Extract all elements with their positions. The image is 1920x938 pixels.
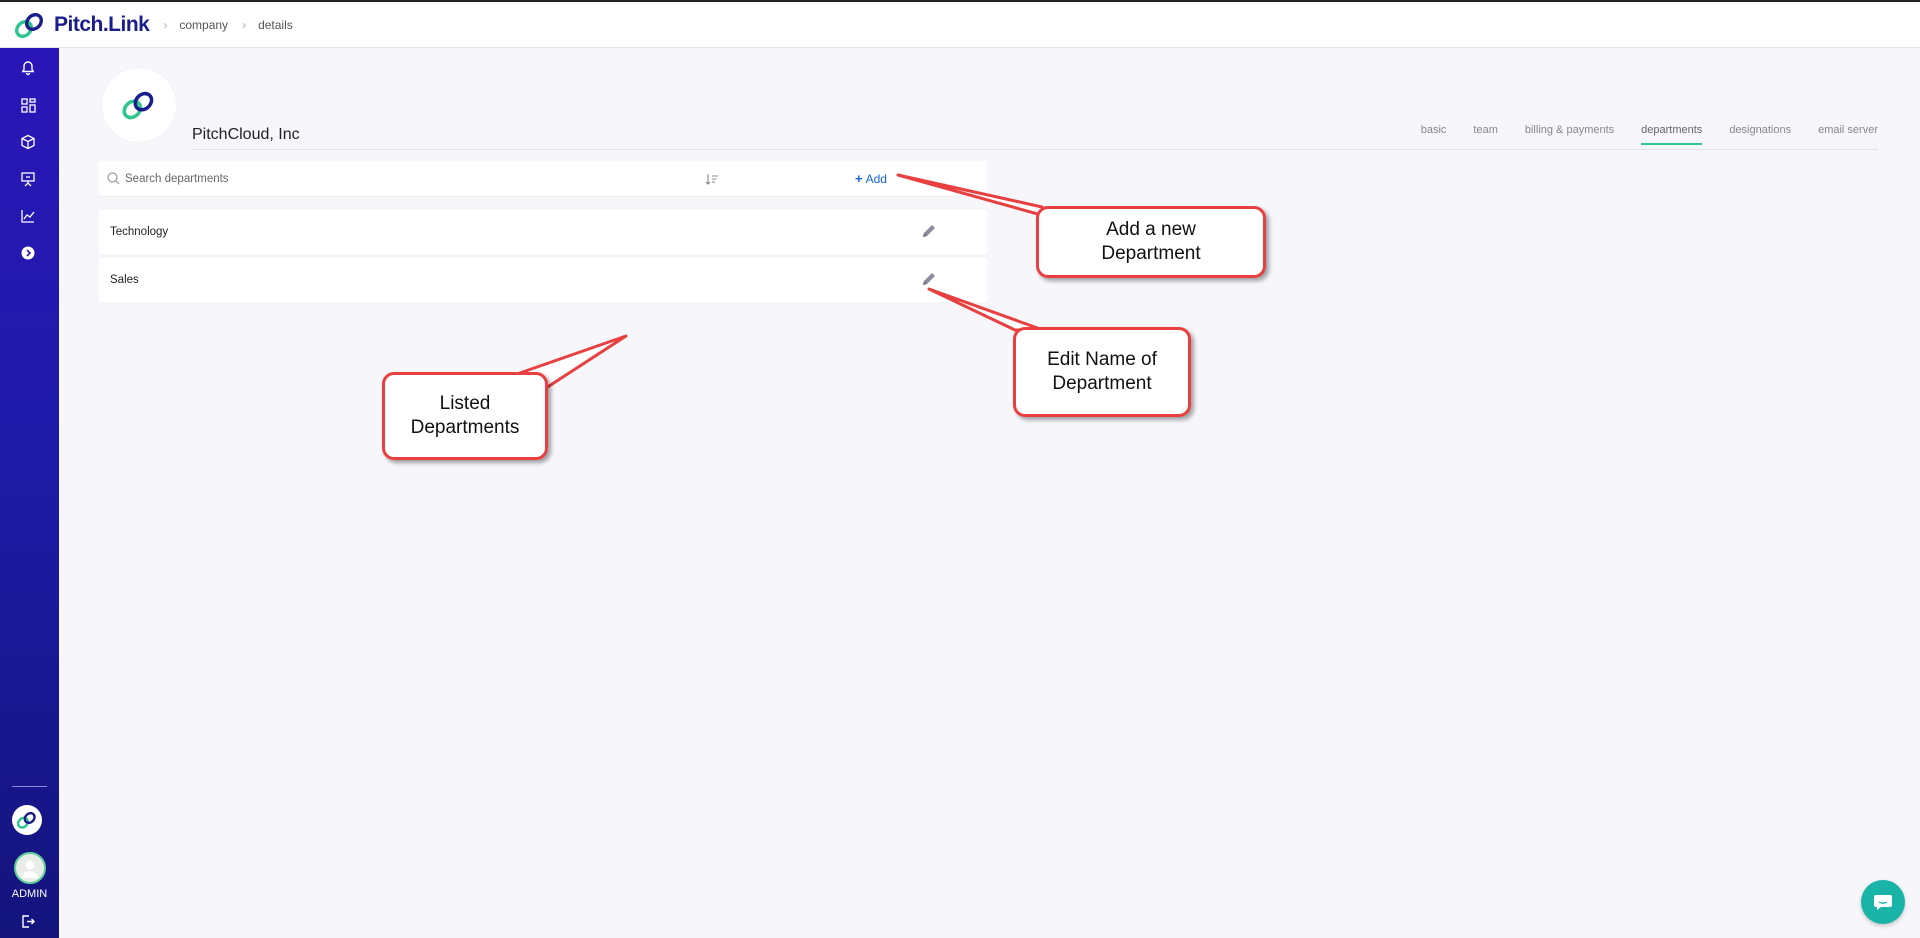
callout-add-text: Add a new Department bbox=[1101, 219, 1201, 264]
chart-icon[interactable] bbox=[17, 205, 39, 227]
callout-listed-text: Listed Departments bbox=[410, 393, 520, 438]
tab-basic[interactable]: basic bbox=[1421, 124, 1447, 145]
callout-listed-departments: Listed Departments bbox=[382, 372, 548, 460]
sidebar-logo[interactable] bbox=[12, 805, 42, 835]
tab-bar: basic team billing & payments department… bbox=[1394, 124, 1878, 145]
app-logo[interactable]: Pitch.Link bbox=[12, 10, 150, 40]
department-toolbar: + Add bbox=[99, 161, 987, 197]
presentation-icon[interactable] bbox=[17, 168, 39, 190]
add-button-label: Add bbox=[865, 171, 887, 186]
edit-icon[interactable] bbox=[921, 223, 937, 244]
chevron-circle-icon[interactable] bbox=[17, 242, 39, 264]
department-row[interactable]: Technology bbox=[99, 210, 987, 254]
callout-edit-department: Edit Name of Department bbox=[1013, 327, 1191, 417]
search-icon bbox=[107, 172, 121, 186]
sidebar: ADMIN bbox=[0, 48, 59, 938]
breadcrumb: › company › details bbox=[163, 17, 293, 32]
tab-designations[interactable]: designations bbox=[1729, 124, 1791, 145]
chat-button[interactable] bbox=[1861, 880, 1905, 924]
company-name: PitchCloud, Inc bbox=[192, 126, 300, 143]
avatar[interactable] bbox=[14, 852, 46, 884]
sidebar-divider bbox=[12, 786, 47, 787]
tab-departments[interactable]: departments bbox=[1641, 124, 1703, 145]
dashboard-icon[interactable] bbox=[17, 94, 39, 116]
bell-icon[interactable] bbox=[17, 57, 39, 79]
tab-team[interactable]: team bbox=[1473, 124, 1497, 145]
box-icon[interactable] bbox=[17, 131, 39, 153]
chat-icon bbox=[1874, 895, 1892, 910]
callout-add-department: Add a new Department bbox=[1036, 206, 1266, 278]
search-input[interactable] bbox=[125, 172, 545, 185]
edit-icon[interactable] bbox=[921, 271, 937, 292]
breadcrumb-details[interactable]: details bbox=[258, 18, 293, 32]
department-row[interactable]: Sales bbox=[99, 258, 987, 302]
user-icon bbox=[22, 860, 38, 878]
breadcrumb-company[interactable]: company bbox=[179, 18, 228, 32]
user-role-label: ADMIN bbox=[11, 888, 48, 900]
logo-icon bbox=[122, 91, 154, 120]
app-name: Pitch.Link bbox=[54, 12, 150, 36]
logo-icon bbox=[16, 811, 36, 829]
logo-icon bbox=[15, 12, 43, 38]
sort-icon[interactable] bbox=[705, 172, 719, 190]
tab-email-server[interactable]: email server bbox=[1818, 124, 1878, 145]
tab-billing-payments[interactable]: billing & payments bbox=[1525, 124, 1614, 145]
plus-icon: + bbox=[855, 171, 863, 186]
callout-edit-text: Edit Name of Department bbox=[1047, 349, 1157, 394]
add-department-button[interactable]: + Add bbox=[855, 171, 887, 186]
department-name: Sales bbox=[110, 274, 139, 286]
top-bar: Pitch.Link › company › details bbox=[0, 0, 1920, 48]
tabs-divider bbox=[192, 149, 1878, 150]
logout-icon[interactable] bbox=[17, 910, 39, 932]
department-name: Technology bbox=[110, 226, 169, 238]
company-logo[interactable] bbox=[102, 68, 176, 142]
